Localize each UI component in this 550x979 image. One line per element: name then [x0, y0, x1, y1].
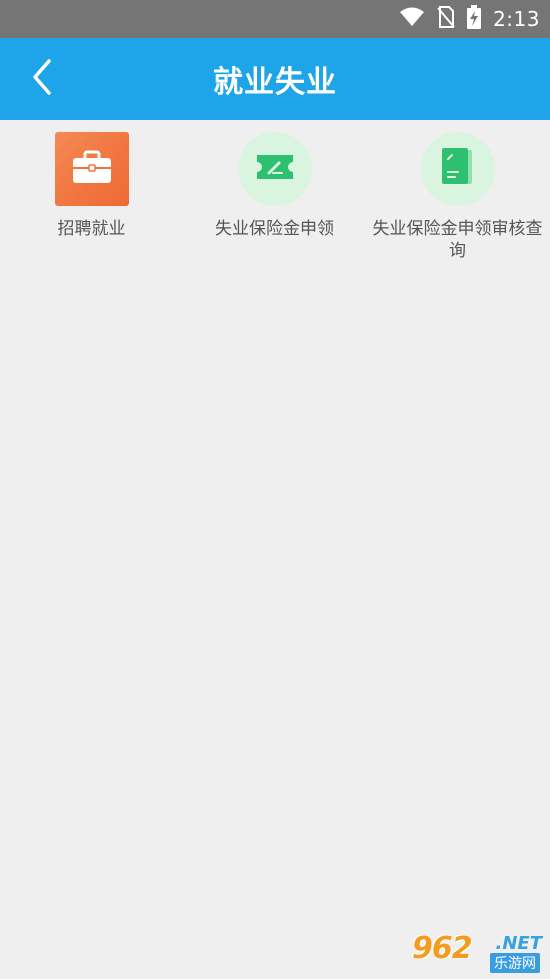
battery-charging-icon	[467, 5, 482, 33]
feature-label: 招聘就业	[57, 219, 126, 239]
feature-label: 失业保险金申领	[215, 219, 334, 239]
document-icon	[441, 148, 474, 190]
feature-icon-circle	[237, 132, 312, 206]
status-icons: 2:13	[399, 0, 540, 38]
feature-claim-review-query[interactable]: 失业保险金申领审核查询	[366, 132, 549, 262]
feature-icon-circle	[420, 132, 495, 206]
ticket-icon	[255, 153, 295, 185]
briefcase-icon	[72, 150, 112, 188]
app-bar: 就业失业	[0, 38, 550, 120]
no-sim-icon	[437, 6, 455, 32]
page-title: 就业失业	[213, 65, 337, 100]
status-time: 2:13	[493, 7, 540, 31]
feature-unemployment-claim[interactable]: 失业保险金申领	[183, 132, 366, 240]
wifi-icon	[399, 7, 425, 31]
feature-recruitment[interactable]: 招聘就业	[0, 132, 183, 240]
status-bar: 2:13	[0, 0, 550, 38]
watermark-subtitle: 乐游网	[490, 953, 540, 973]
watermark-suffix: .NET	[495, 933, 542, 954]
watermark-logo: 962 .NET 乐游网	[408, 931, 544, 973]
feature-label: 失业保险金申领审核查询	[372, 219, 543, 261]
watermark-brand: 962	[412, 931, 473, 966]
feature-icon-tile	[54, 132, 129, 206]
